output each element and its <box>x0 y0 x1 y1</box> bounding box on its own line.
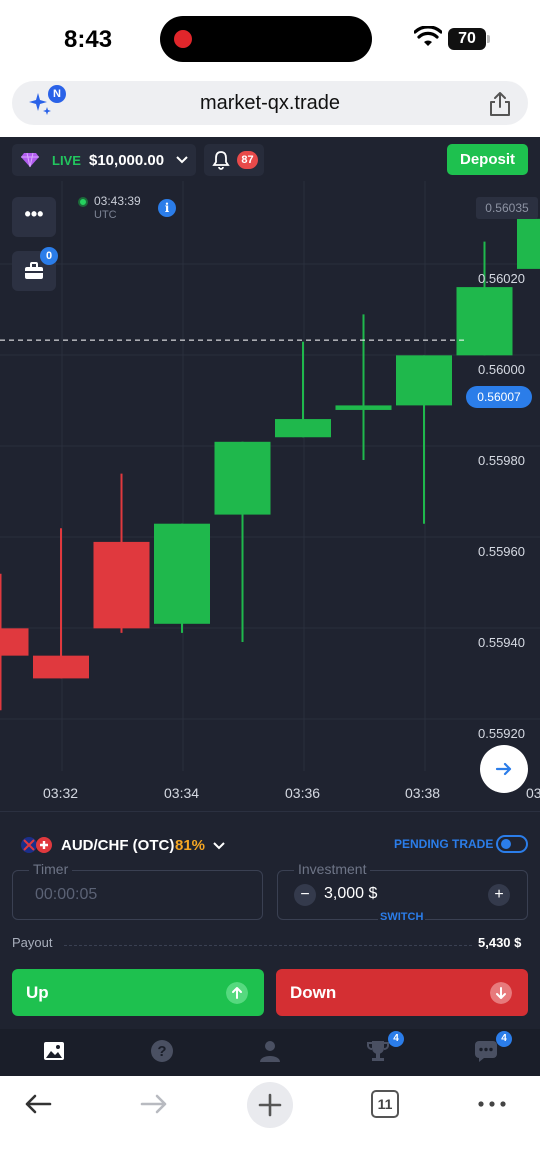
price-axis-label: 0.55960 <box>478 544 525 559</box>
timer-field[interactable]: Timer 00:00:05 <box>12 861 263 920</box>
chevron-down-icon[interactable] <box>213 841 225 851</box>
payout-label: Payout <box>12 935 53 950</box>
status-time: 8:43 <box>64 26 113 53</box>
up-label: Up <box>26 983 49 1002</box>
trophy-icon[interactable] <box>366 1039 390 1063</box>
more-options-icon[interactable] <box>476 1088 508 1120</box>
candle-up <box>396 355 452 406</box>
up-button[interactable]: Up <box>12 969 264 1016</box>
timer-value: 00:00:05 <box>35 886 98 903</box>
forward-icon[interactable] <box>138 1088 170 1120</box>
investment-field[interactable]: Investment − 3,000 $ + SWITCH <box>277 861 528 923</box>
status-bar: 8:43 70 <box>0 0 540 80</box>
time-axis-label: 03:32 <box>43 785 79 801</box>
increase-investment-button[interactable]: + <box>488 884 510 906</box>
candle-down <box>33 655 89 679</box>
notifications-button[interactable]: 87 <box>204 144 264 176</box>
back-icon[interactable] <box>22 1088 54 1120</box>
tabs-button[interactable]: 11 <box>371 1090 399 1118</box>
pending-trade-toggle[interactable] <box>496 835 528 853</box>
candle-up <box>517 218 540 269</box>
chart-menu-button[interactable]: ••• <box>12 197 56 237</box>
bell-icon <box>212 151 230 170</box>
address-bar[interactable]: N market-qx.trade <box>12 81 528 125</box>
chevron-down-icon <box>176 156 188 164</box>
candle-up <box>275 419 331 438</box>
switch-currency-button[interactable]: SWITCH <box>378 911 426 923</box>
account-selector[interactable]: LIVE $10,000.00 <box>12 144 196 176</box>
pending-trade-label: PENDING TRADE <box>394 837 494 851</box>
candlestick-chart[interactable] <box>0 181 540 811</box>
asset-payout-percent: 81% <box>175 837 206 854</box>
chart-image-icon[interactable] <box>42 1039 66 1063</box>
svg-text:?: ? <box>157 1043 166 1060</box>
time-axis-label: 03 <box>526 785 540 801</box>
timezone-label: UTC <box>94 209 117 221</box>
candle-up <box>335 405 392 410</box>
timer-label: Timer <box>29 861 73 877</box>
down-label: Down <box>290 983 337 1002</box>
price-axis-label: 0.55940 <box>478 635 525 650</box>
price-axis-label: 0.55980 <box>478 453 525 468</box>
account-balance: $10,000.00 <box>89 152 165 169</box>
price-axis-label: 0.56020 <box>478 271 525 286</box>
open-trades-count: 0 <box>40 247 58 265</box>
payout-divider <box>64 945 472 946</box>
chat-badge: 4 <box>496 1031 512 1047</box>
info-icon[interactable]: i <box>158 199 176 217</box>
price-axis-label: 0.55920 <box>478 726 525 741</box>
dynamic-island <box>160 16 372 62</box>
server-time: 03:43:39 <box>94 194 141 208</box>
trading-app: LIVE $10,000.00 87 Deposit ••• 0 03:43:3… <box>0 137 540 1076</box>
price-top-tag: 0.56035 <box>476 197 538 219</box>
recording-icon <box>174 30 192 48</box>
briefcase-icon <box>25 262 43 279</box>
candle-down <box>0 628 29 656</box>
arrow-right-icon <box>495 762 512 776</box>
investment-label: Investment <box>294 861 371 877</box>
aud-chf-flag-icon <box>21 837 52 853</box>
plus-icon <box>258 1093 282 1117</box>
arrow-down-icon <box>490 982 512 1004</box>
battery-indicator: 70 <box>448 28 486 50</box>
url-text[interactable]: market-qx.trade <box>12 92 528 115</box>
price-chart[interactable]: ••• 0 03:43:39 UTC i 0.56035 0.56020 0.5… <box>0 181 540 811</box>
current-price-tag: 0.56007 <box>466 386 532 408</box>
trade-panel: AUD/CHF (OTC) 81% PENDING TRADE Timer 00… <box>0 811 540 1029</box>
time-axis-label: 03:38 <box>405 785 441 801</box>
wifi-icon <box>414 26 442 46</box>
toggle-knob <box>501 839 511 849</box>
decrease-investment-button[interactable]: − <box>294 884 316 906</box>
asset-name[interactable]: AUD/CHF (OTC) <box>61 837 174 854</box>
deposit-button[interactable]: Deposit <box>447 144 528 175</box>
battery-cap <box>487 35 490 43</box>
account-mode: LIVE <box>52 153 81 168</box>
investment-value[interactable]: 3,000 $ <box>324 885 377 903</box>
notification-count: 87 <box>237 151 258 169</box>
scroll-to-latest-button[interactable] <box>480 745 528 793</box>
app-bottom-nav: ? 4 4 <box>0 1029 540 1076</box>
new-tab-button[interactable] <box>247 1082 293 1128</box>
candle-down <box>93 541 150 629</box>
chat-icon[interactable] <box>474 1039 498 1063</box>
browser-toolbar: 11 <box>0 1076 540 1172</box>
profile-icon[interactable] <box>258 1039 282 1063</box>
candle-up <box>154 523 210 624</box>
payout-value: 5,430 $ <box>478 935 522 950</box>
down-button[interactable]: Down <box>276 969 528 1016</box>
app-header: LIVE $10,000.00 87 Deposit <box>0 137 540 181</box>
share-icon[interactable] <box>488 91 512 117</box>
time-axis-label: 03:34 <box>164 785 200 801</box>
arrow-up-icon <box>226 982 248 1004</box>
candle-up <box>456 287 513 356</box>
server-time-indicator <box>78 197 88 207</box>
trophy-badge: 4 <box>388 1031 404 1047</box>
help-icon[interactable]: ? <box>150 1039 174 1063</box>
price-axis-label: 0.56000 <box>478 362 525 377</box>
candle-up <box>214 441 271 515</box>
time-axis-label: 03:36 <box>285 785 321 801</box>
diamond-icon <box>21 152 39 168</box>
